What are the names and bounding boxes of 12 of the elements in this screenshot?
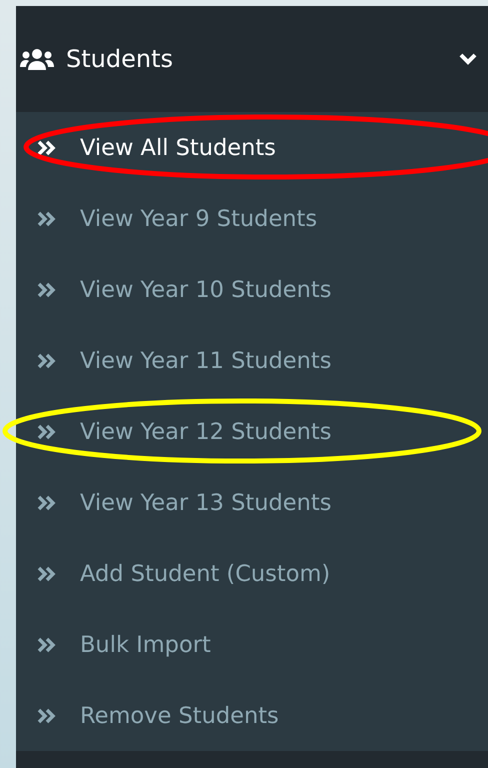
users-icon xyxy=(20,47,54,71)
menu-item[interactable]: Remove Students xyxy=(16,680,488,751)
menu-item[interactable]: View Year 13 Students xyxy=(16,467,488,538)
menu-item[interactable]: View Year 12 Students xyxy=(16,396,488,467)
menu-item[interactable]: Bulk Import xyxy=(16,609,488,680)
menu-item[interactable]: View Year 10 Students xyxy=(16,254,488,325)
menu-item[interactable]: View All Students xyxy=(16,112,488,183)
menu-item[interactable]: View Year 11 Students xyxy=(16,325,488,396)
menu-header[interactable]: Students xyxy=(16,6,488,112)
menu-title: Students xyxy=(66,45,174,73)
menu-item[interactable]: View Year 9 Students xyxy=(16,183,488,254)
menu-item[interactable]: Add Student (Custom) xyxy=(16,538,488,609)
